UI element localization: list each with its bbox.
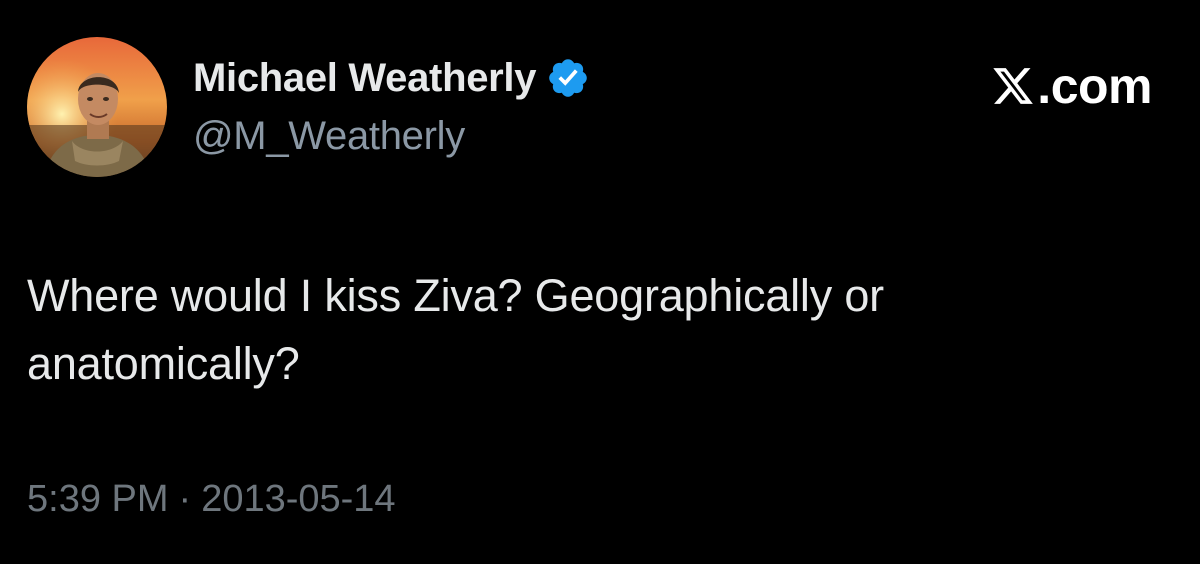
- tweet-date[interactable]: 2013-05-14: [201, 478, 395, 520]
- x-logo-icon: [991, 64, 1035, 108]
- author-handle[interactable]: @M_Weatherly: [193, 114, 465, 159]
- author-name-row: Michael Weatherly: [193, 52, 590, 104]
- avatar-photo: [27, 37, 167, 177]
- verified-badge-icon: [546, 56, 590, 100]
- tweet-meta: 5:39 PM · 2013-05-14: [27, 478, 396, 521]
- brand-domain-text: .com: [1037, 58, 1152, 114]
- avatar[interactable]: [27, 37, 167, 177]
- tweet-time[interactable]: 5:39 PM: [27, 478, 169, 520]
- tweet-text: Where would I kiss Ziva? Geographically …: [27, 270, 884, 389]
- meta-separator: ·: [178, 478, 192, 520]
- brand-mark: .com: [991, 56, 1152, 116]
- author-display-name[interactable]: Michael Weatherly: [193, 56, 536, 101]
- tweet-card: Michael Weatherly @M_Weatherly .com Wher…: [0, 0, 1200, 564]
